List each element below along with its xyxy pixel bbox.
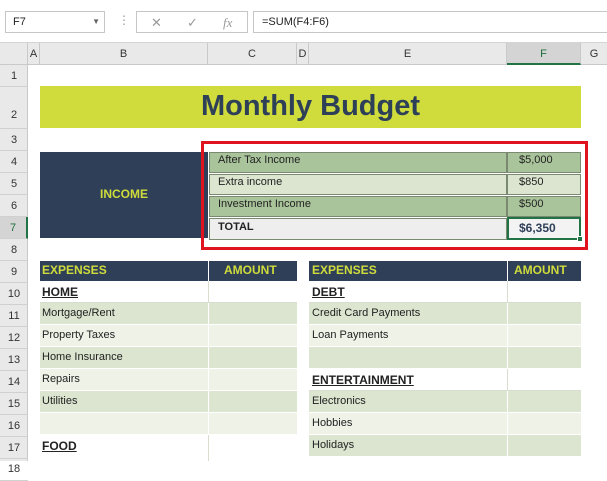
row-header-1[interactable]: 1	[0, 65, 28, 87]
amount-header-left-label: AMOUNT	[224, 263, 277, 277]
formula-bar: F7 ▼ ⋮ ✕ ✓ fx =SUM(F4:F6)	[0, 0, 607, 43]
name-box-value: F7	[13, 16, 26, 28]
amount-header-right-label: AMOUNT	[514, 263, 567, 277]
expense-category: HOME	[42, 285, 78, 299]
row-header-11[interactable]: 11	[0, 305, 28, 327]
amount-cell[interactable]	[208, 435, 297, 461]
amount-cell[interactable]	[507, 281, 581, 303]
expense-item: Property Taxes	[42, 329, 116, 341]
expense-item: Hobbies	[312, 417, 353, 429]
column-divider	[507, 391, 508, 457]
formula-text: =SUM(F4:F6)	[262, 16, 329, 28]
amount-cell[interactable]	[208, 281, 297, 303]
row-header-10[interactable]: 10	[0, 283, 28, 305]
expense-item: Mortgage/Rent	[42, 307, 115, 319]
row-header-18[interactable]: 18	[0, 459, 28, 481]
row-header-5[interactable]: 5	[0, 173, 28, 195]
name-box[interactable]: F7 ▼	[5, 11, 105, 33]
enter-icon[interactable]: ✓	[187, 15, 198, 31]
row-header-14[interactable]: 14	[0, 371, 28, 393]
expense-item: Utilities	[42, 395, 78, 407]
column-divider	[507, 303, 508, 369]
grip-dots-icon: ⋮	[118, 13, 130, 27]
column-header-g[interactable]: G	[581, 43, 607, 65]
cancel-icon[interactable]: ✕	[151, 15, 162, 31]
expenses-header-left-label: EXPENSES	[42, 263, 107, 277]
row-header-17[interactable]: 17	[0, 437, 28, 459]
highlight-box	[201, 141, 588, 250]
expense-item: Home Insurance	[42, 351, 123, 363]
insert-function-icon[interactable]: fx	[223, 15, 232, 31]
row-header-12[interactable]: 12	[0, 327, 28, 349]
column-header-b[interactable]: B	[40, 43, 208, 65]
row-header-15[interactable]: 15	[0, 393, 28, 415]
expenses-header-right-label: EXPENSES	[312, 263, 377, 277]
column-headers: A B C D E F G	[0, 43, 607, 65]
expense-row[interactable]	[309, 347, 581, 369]
chevron-down-icon[interactable]: ▼	[92, 17, 100, 26]
expense-row[interactable]	[40, 413, 297, 435]
expense-item: Repairs	[42, 373, 80, 385]
column-header-e[interactable]: E	[309, 43, 507, 65]
expense-row[interactable]	[40, 391, 297, 413]
expense-category: ENTERTAINMENT	[312, 373, 414, 387]
column-header-f[interactable]: F	[507, 43, 581, 65]
row-header-2[interactable]: 2	[0, 87, 28, 129]
worksheet-grid[interactable]: Monthly Budget INCOME After Tax Income E…	[28, 65, 607, 461]
row-header-6[interactable]: 6	[0, 195, 28, 217]
row-header-4[interactable]: 4	[0, 151, 28, 173]
expense-item: Credit Card Payments	[312, 307, 421, 319]
column-divider	[208, 303, 209, 435]
expense-item: Loan Payments	[312, 329, 389, 341]
income-label: INCOME	[100, 187, 148, 201]
row-header-16[interactable]: 16	[0, 415, 28, 437]
select-all-corner[interactable]	[0, 43, 28, 65]
column-header-d[interactable]: D	[297, 43, 309, 65]
page-title: Monthly Budget	[200, 90, 421, 122]
row-header-7[interactable]: 7	[0, 217, 28, 239]
column-header-a[interactable]: A	[28, 43, 40, 65]
column-header-c[interactable]: C	[208, 43, 297, 65]
expense-item: Holidays	[312, 439, 355, 451]
row-header-9[interactable]: 9	[0, 261, 28, 283]
formula-input[interactable]: =SUM(F4:F6)	[253, 11, 607, 33]
row-headers: 1 2 3 4 5 6 7 8 9 10 11 12 13 14 15 16 1…	[0, 65, 28, 481]
row-header-13[interactable]: 13	[0, 349, 28, 371]
row-header-8[interactable]: 8	[0, 239, 28, 261]
expense-category: FOOD	[42, 439, 77, 453]
formula-buttons: ✕ ✓ fx	[136, 11, 248, 33]
amount-cell[interactable]	[507, 369, 581, 391]
row-header-3[interactable]: 3	[0, 129, 28, 151]
expense-item: Electronics	[312, 395, 366, 407]
expense-category: DEBT	[312, 285, 345, 299]
